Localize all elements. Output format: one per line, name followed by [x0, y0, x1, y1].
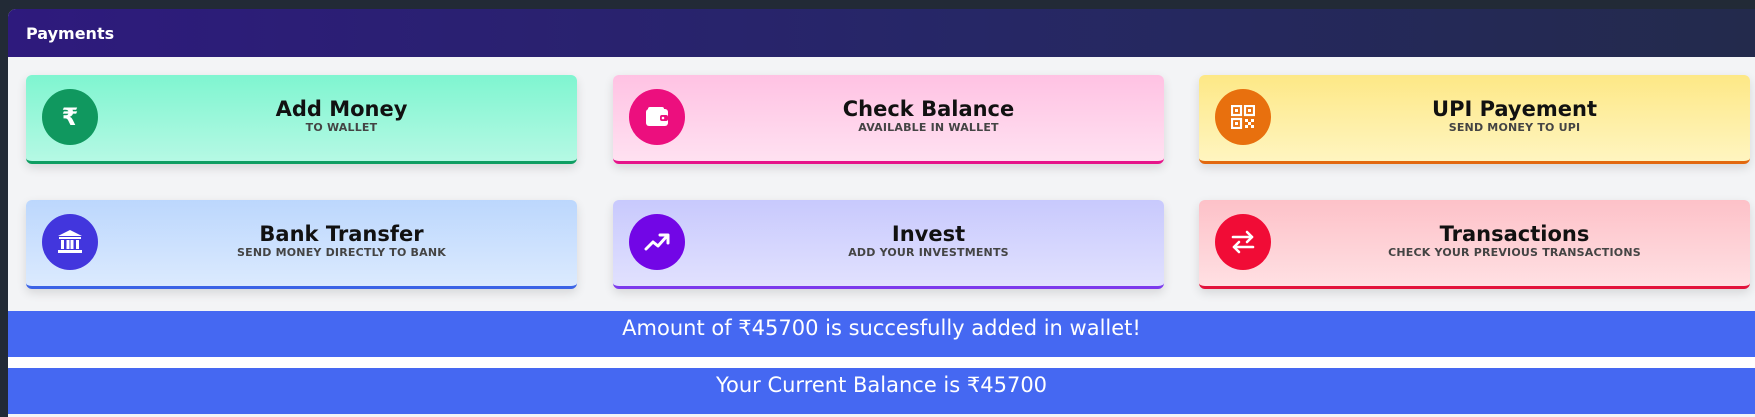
- trending-up-icon: [629, 214, 685, 270]
- payments-panel: Payments ₹ Add Money TO WALLET Check Bal…: [8, 9, 1755, 417]
- card-title: Transactions: [1439, 222, 1590, 246]
- amount-added-message: Amount of ₹45700 is succesfully added in…: [8, 311, 1755, 357]
- card-title: Bank Transfer: [259, 222, 424, 246]
- action-cards-grid: ₹ Add Money TO WALLET Check Balance AVAI…: [8, 57, 1755, 311]
- card-title: UPI Payement: [1432, 97, 1597, 121]
- invest-card[interactable]: Invest ADD YOUR INVESTMENTS: [613, 200, 1164, 289]
- card-subtitle: AVAILABLE IN WALLET: [858, 121, 999, 134]
- current-balance-message: Your Current Balance is ₹45700: [8, 368, 1755, 414]
- rupee-icon: ₹: [42, 89, 98, 145]
- card-title: Invest: [891, 222, 966, 246]
- card-subtitle: SEND MONEY DIRECTLY TO BANK: [236, 246, 446, 259]
- card-title: Add Money: [275, 97, 408, 121]
- card-subtitle: CHECK YOUR PREVIOUS TRANSACTIONS: [1388, 246, 1641, 259]
- check-balance-card[interactable]: Check Balance AVAILABLE IN WALLET: [613, 75, 1164, 164]
- wallet-icon: [629, 89, 685, 145]
- swap-arrows-icon: [1215, 214, 1271, 270]
- bank-icon: [42, 214, 98, 270]
- card-subtitle: ADD YOUR INVESTMENTS: [848, 246, 1009, 259]
- card-subtitle: TO WALLET: [305, 121, 378, 134]
- page-title: Payments: [26, 23, 115, 43]
- panel-header: Payments: [8, 9, 1755, 57]
- qr-code-icon: [1215, 89, 1271, 145]
- card-subtitle: SEND MONEY TO UPI: [1448, 121, 1581, 134]
- divider: [8, 357, 1755, 368]
- add-money-card[interactable]: ₹ Add Money TO WALLET: [26, 75, 577, 164]
- bank-transfer-card[interactable]: Bank Transfer SEND MONEY DIRECTLY TO BAN…: [26, 200, 577, 289]
- card-title: Check Balance: [842, 97, 1015, 121]
- svg-text:₹: ₹: [62, 104, 79, 130]
- upi-payment-card[interactable]: UPI Payement SEND MONEY TO UPI: [1199, 75, 1750, 164]
- transactions-card[interactable]: Transactions CHECK YOUR PREVIOUS TRANSAC…: [1199, 200, 1750, 289]
